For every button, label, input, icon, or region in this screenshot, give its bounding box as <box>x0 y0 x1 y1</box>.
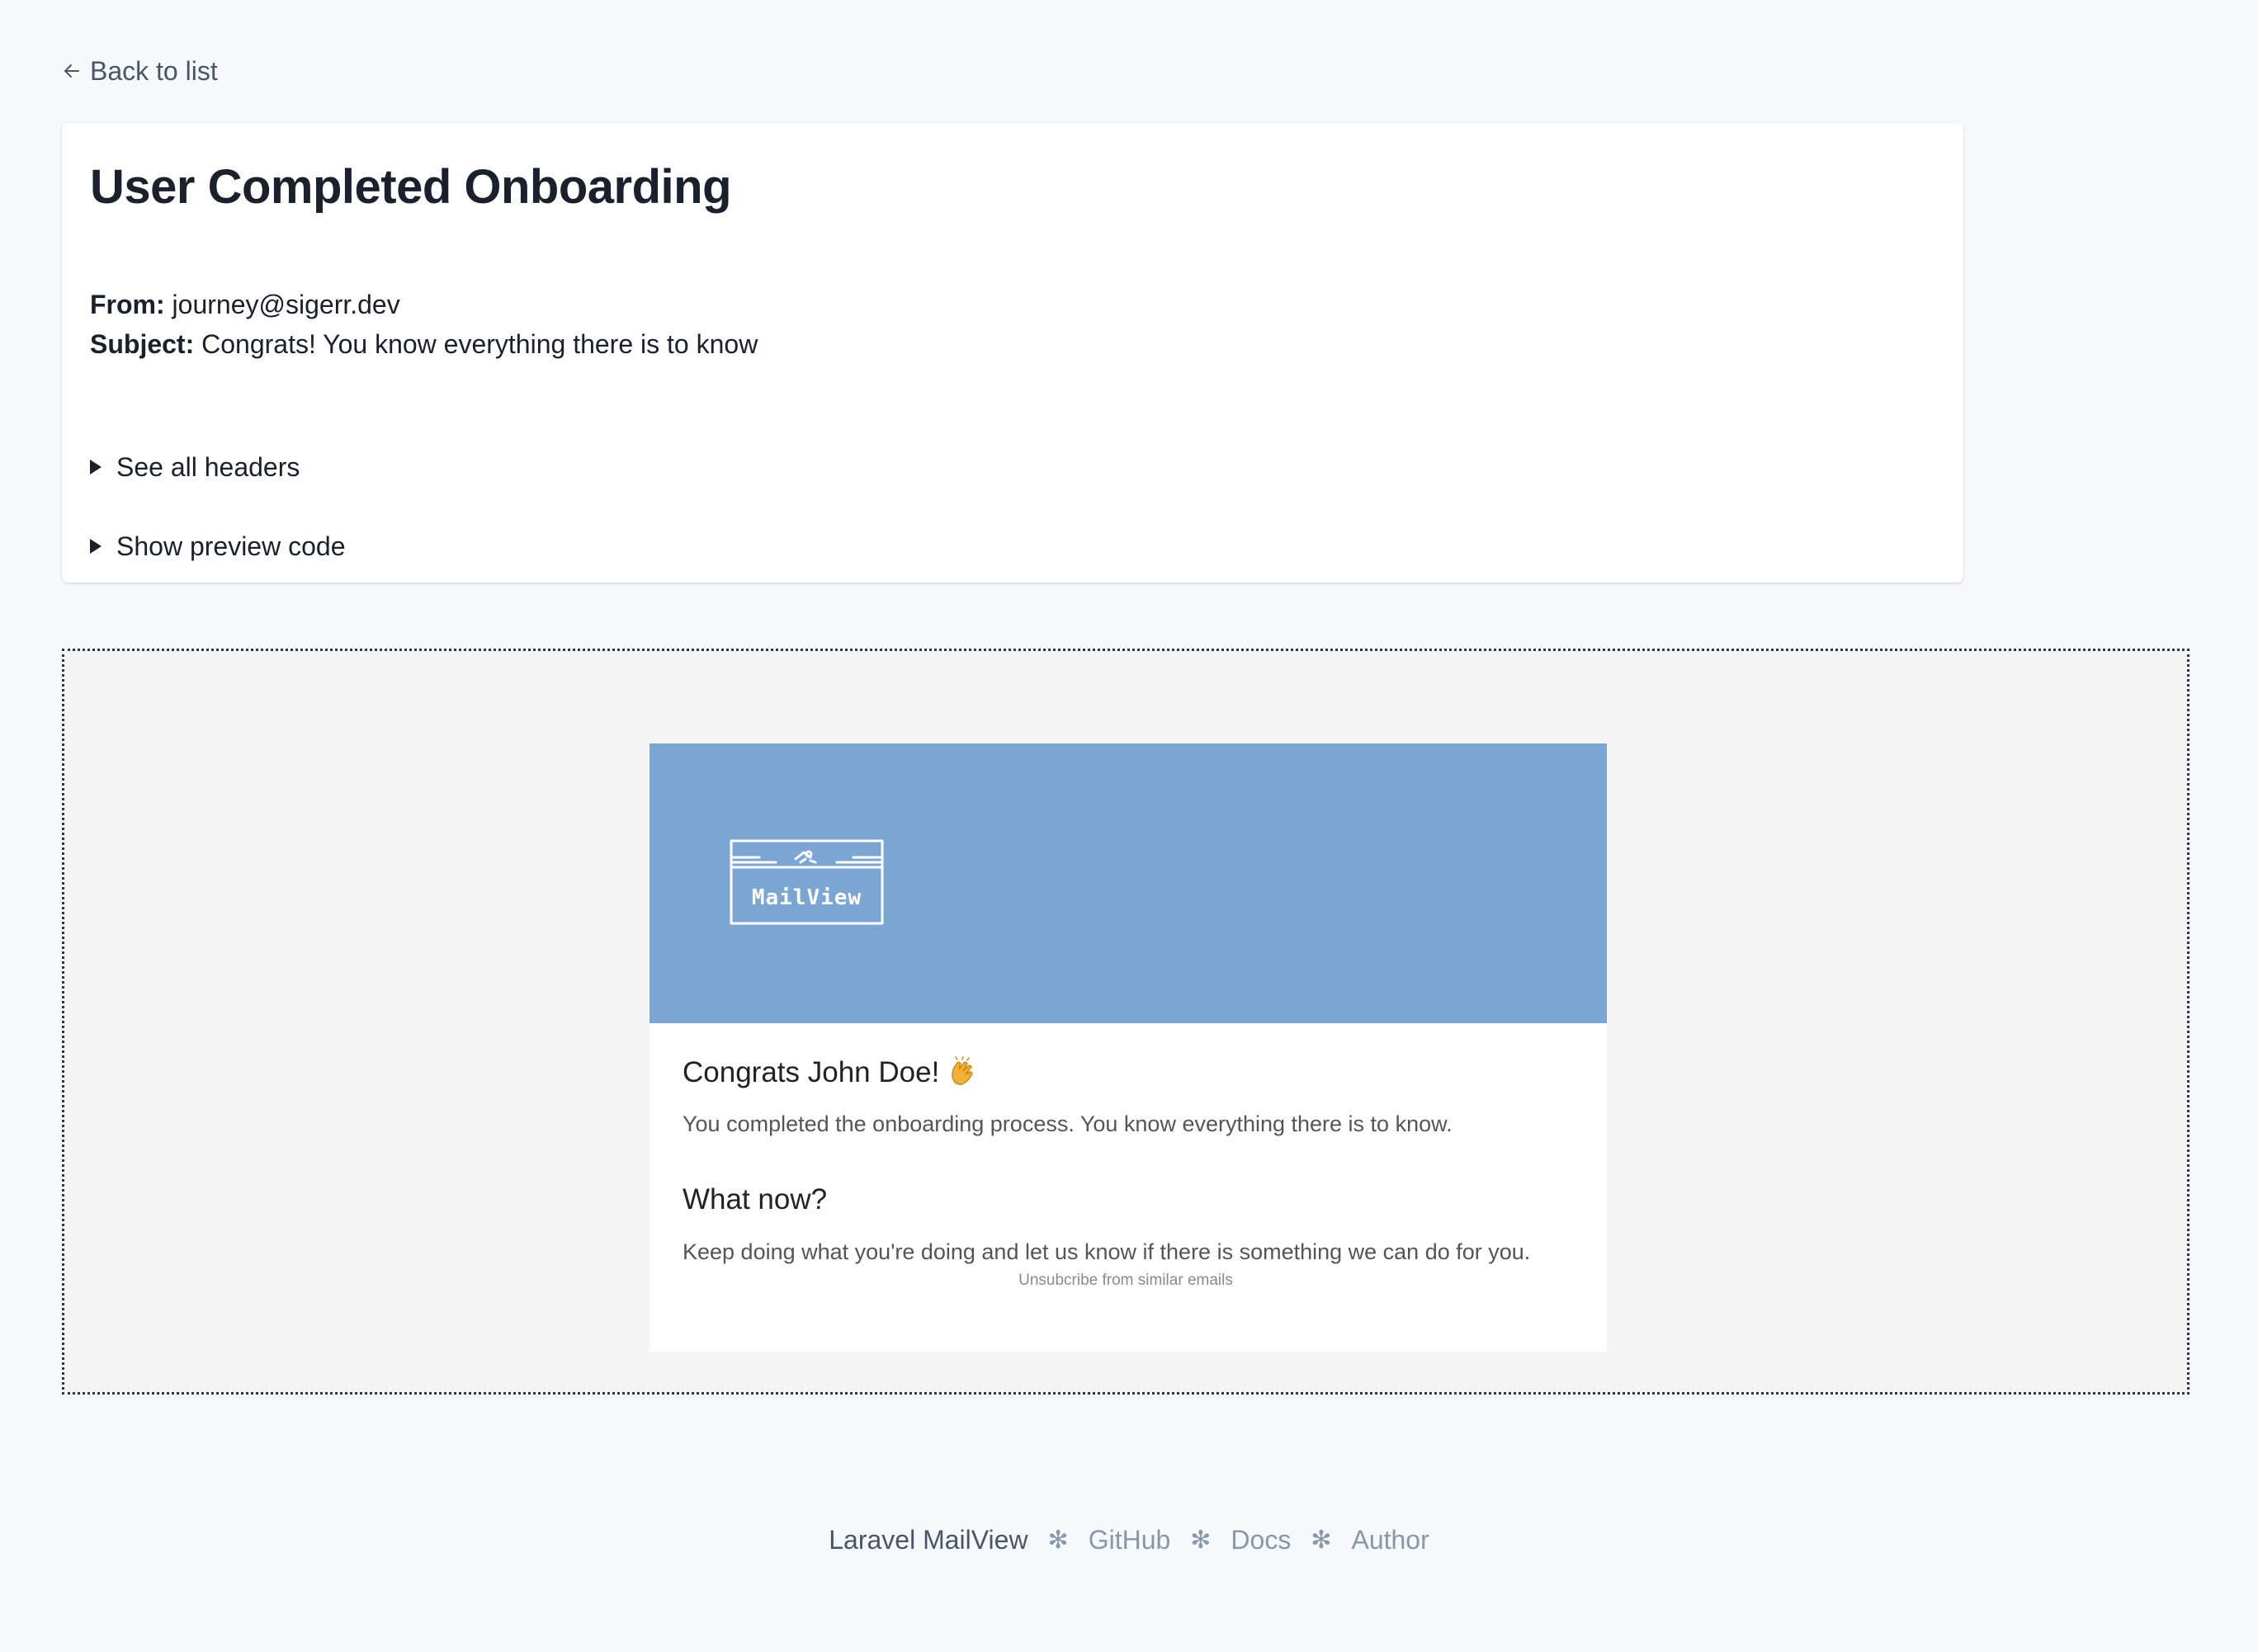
footer-separator: ✻ <box>1190 1527 1212 1554</box>
email-paragraph-keep: Keep doing what you're doing and let us … <box>683 1239 1531 1264</box>
from-line: From: journey@sigerr.dev <box>90 290 400 320</box>
back-to-list-link[interactable]: Back to list <box>62 54 218 87</box>
subject-value: Congrats! You know everything there is t… <box>201 329 758 359</box>
triangle-right-icon <box>90 460 102 474</box>
see-all-headers-toggle[interactable]: See all headers <box>90 451 300 484</box>
clapping-hands-icon <box>946 1056 979 1089</box>
back-to-list-label: Back to list <box>90 55 218 86</box>
email-header-banner: MailView <box>650 743 1607 1023</box>
email-heading: Congrats John Doe! <box>683 1056 979 1089</box>
email-heading-text: Congrats John Doe! <box>683 1056 940 1088</box>
logo-text: MailView <box>751 885 862 910</box>
subject-label: Subject: <box>90 329 195 359</box>
from-value: journey@sigerr.dev <box>172 290 400 319</box>
show-preview-code-label: Show preview code <box>116 531 346 561</box>
footer-link-author[interactable]: Author <box>1351 1525 1429 1555</box>
from-label: From: <box>90 290 165 319</box>
mail-info-card: User Completed Onboarding From: journey@… <box>62 123 1963 583</box>
email-subheading: What now? <box>683 1183 828 1215</box>
page-title: User Completed Onboarding <box>90 160 732 214</box>
show-preview-code-toggle[interactable]: Show preview code <box>90 530 345 563</box>
unsubscribe-link[interactable]: Unsubcribe from similar emails <box>64 1272 2187 1290</box>
footer-separator: ✻ <box>1311 1527 1332 1554</box>
footer-brand: Laravel MailView <box>829 1525 1028 1555</box>
subject-line: Subject: Congrats! You know everything t… <box>90 329 758 360</box>
footer-separator: ✻ <box>1047 1527 1069 1554</box>
triangle-right-icon <box>90 539 102 554</box>
footer: Laravel MailView ✻ GitHub ✻ Docs ✻ Autho… <box>0 1525 2258 1555</box>
email-content: MailView Congrats John Doe! You complete… <box>650 743 1607 1352</box>
footer-link-docs[interactable]: Docs <box>1231 1525 1291 1555</box>
email-body: Congrats John Doe! You completed the onb… <box>650 1023 1607 1352</box>
email-preview-frame[interactable]: MailView Congrats John Doe! You complete… <box>62 649 2190 1395</box>
email-paragraph-completed: You completed the onboarding process. Yo… <box>683 1112 1453 1136</box>
footer-link-github[interactable]: GitHub <box>1089 1525 1171 1555</box>
arrow-left-icon <box>62 61 82 81</box>
see-all-headers-label: See all headers <box>116 451 300 482</box>
mailview-logo-icon: MailView <box>730 839 884 925</box>
